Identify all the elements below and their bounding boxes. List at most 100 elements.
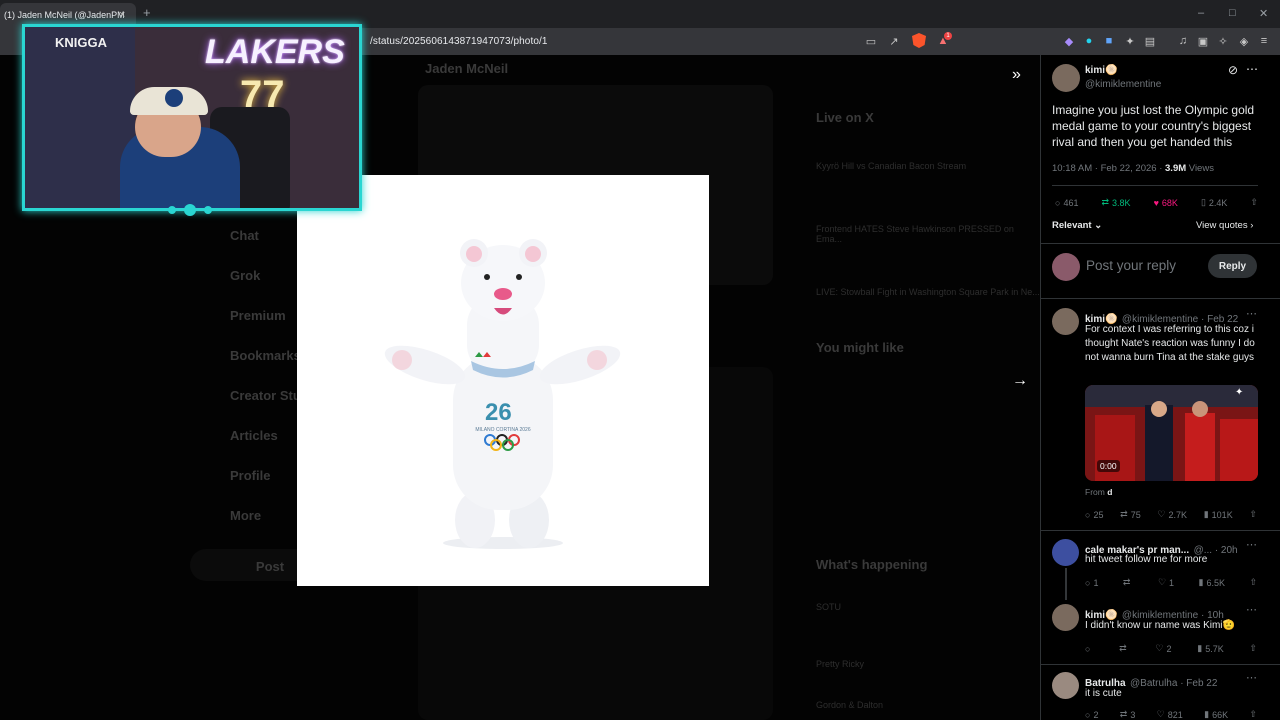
reply-comment-stat[interactable]: ○ 1	[1085, 578, 1098, 588]
video-options-icon[interactable]: ✦	[1235, 387, 1243, 398]
reply-more-icon[interactable]: ⋯	[1246, 307, 1257, 320]
repost-icon: ⇄	[1119, 709, 1128, 719]
reply-avatar[interactable]	[1052, 539, 1079, 566]
reply-comment-stat[interactable]: ○	[1085, 644, 1093, 654]
plush-logo-mark: 26	[485, 399, 512, 426]
reply-repost-stat[interactable]: ⇄	[1123, 577, 1134, 588]
reply-more-icon[interactable]: ⋯	[1246, 603, 1257, 616]
webcam-sign-left: KNIGGA	[55, 35, 107, 50]
op-meta: 10:18 AM · Feb 22, 2026 · 3.9M Views	[1052, 163, 1214, 174]
repost-icon: ⇄	[1101, 197, 1110, 207]
bg-nav-item: Grok	[230, 268, 261, 283]
views-icon: ▮	[1197, 643, 1203, 653]
brave-shield-icon[interactable]	[912, 33, 926, 48]
more-options-icon[interactable]: ⋯	[1246, 62, 1258, 76]
reply-like-stat[interactable]: ♡ 821	[1157, 709, 1183, 720]
reply-views-stat[interactable]: ▮ 5.7K	[1197, 643, 1223, 654]
reply-repost-stat[interactable]: ⇄	[1119, 643, 1130, 654]
reply-views-stat[interactable]: ▮ 66K	[1204, 709, 1228, 720]
next-photo-arrow-icon[interactable]: →	[1012, 372, 1028, 390]
music-icon[interactable]: ♫	[1176, 34, 1190, 48]
op-name[interactable]: kimi🫓	[1085, 65, 1117, 76]
heart-icon: ♡	[1155, 643, 1164, 653]
reply-like-stat[interactable]: ♡ 1	[1158, 577, 1174, 588]
bg-nav-item: Premium	[230, 308, 286, 323]
bg-live-title: Live on X	[816, 110, 874, 125]
reply-like-stat[interactable]: ♡ 2.7K	[1157, 509, 1187, 520]
reply-views-stat[interactable]: ▮ 6.5K	[1199, 577, 1225, 588]
reply-input[interactable]: Post your reply	[1086, 258, 1176, 273]
extension-icon-3[interactable]: ■	[1102, 34, 1116, 48]
reply-more-icon[interactable]: ⋯	[1246, 538, 1257, 551]
reply-avatar[interactable]	[1052, 672, 1079, 699]
share-icon[interactable]: ↗	[887, 34, 901, 48]
sort-dropdown[interactable]: Relevant ⌄	[1052, 220, 1102, 231]
extensions-icon[interactable]: ✦	[1123, 34, 1137, 48]
reply-more-icon[interactable]: ⋯	[1246, 671, 1257, 684]
webcam-jersey-bg	[25, 27, 135, 208]
reply-views-stat[interactable]: ▮ 101K	[1204, 509, 1233, 520]
reply-stats: ○ 25 ⇄ 75 ♡ 2.7K ▮ 101K ⇧	[1085, 509, 1257, 520]
collapse-sidebar-icon[interactable]: »	[1012, 66, 1021, 84]
op-text: Imagine you just lost the Olympic gold m…	[1052, 103, 1255, 149]
cast-icon[interactable]: ▭	[864, 34, 878, 48]
reply-button[interactable]: Reply	[1208, 254, 1257, 278]
minimize-button[interactable]: –	[1198, 7, 1204, 19]
heart-icon: ♡	[1156, 709, 1165, 719]
webcam-sign-right: LAKERS	[205, 33, 345, 71]
op-stats: ○ 461 ⇄ 3.8K ♥ 68K ▯ 2.4K ⇧	[1055, 197, 1258, 208]
reply-repost-stat[interactable]: ⇄ 3	[1120, 709, 1136, 720]
reply-icon: ○	[1055, 197, 1061, 208]
sidebar-icon[interactable]: ▤	[1143, 34, 1157, 48]
reply-divider	[1041, 530, 1280, 531]
views-icon: ▮	[1203, 509, 1209, 519]
reply-icon: ○	[1085, 643, 1091, 654]
op-handle[interactable]: @kimiklementine	[1085, 79, 1161, 90]
reply-share-stat[interactable]: ⇧	[1249, 509, 1257, 520]
reply-icon: ○	[1085, 709, 1091, 720]
bg-nav-item: Articles	[230, 428, 278, 443]
reply-avatar[interactable]	[1052, 604, 1079, 631]
op-share-stat[interactable]: ⇧	[1250, 197, 1258, 208]
webcam-indicator	[168, 204, 218, 216]
webcam-overlay: KNIGGA LAKERS 77	[22, 24, 362, 211]
extension-icon-2[interactable]: ●	[1082, 34, 1096, 48]
reply-avatar[interactable]	[1052, 308, 1079, 335]
maximize-button[interactable]: □	[1229, 7, 1236, 19]
wallet-icon[interactable]: ▣	[1196, 34, 1210, 48]
url-field[interactable]: /status/2025606143871947073/photo/1	[370, 36, 548, 47]
reply-video[interactable]: 0:00 ✦	[1085, 385, 1258, 481]
vpn-icon[interactable]: ◈	[1237, 34, 1251, 48]
op-repost-stat[interactable]: ⇄ 3.8K	[1101, 197, 1130, 208]
op-like-stat[interactable]: ♥ 68K	[1154, 198, 1178, 208]
reply-repost-stat[interactable]: ⇄ 75	[1120, 509, 1141, 520]
bg-trend-item: Gordon & Dalton	[816, 700, 884, 710]
reply-comment-stat[interactable]: ○ 2	[1085, 710, 1098, 720]
share-icon: ⇧	[1250, 197, 1258, 207]
expanded-photo: 26 MILANO CORTINA 2026	[297, 175, 709, 586]
reply-share-stat[interactable]: ⇧	[1249, 577, 1257, 588]
op-reply-stat[interactable]: ○ 461	[1055, 198, 1078, 208]
extension-icon-1[interactable]: ◆	[1062, 34, 1076, 48]
bg-whats-happening: What's happening	[816, 557, 928, 572]
reply-stats: ○ 2 ⇄ 3 ♡ 821 ▮ 66K ⇧	[1085, 709, 1257, 720]
op-bookmark-stat[interactable]: ▯ 2.4K	[1201, 197, 1227, 208]
leo-icon[interactable]: ✧	[1216, 34, 1230, 48]
grok-icon[interactable]: ⊘	[1228, 63, 1238, 77]
view-quotes-link[interactable]: View quotes ›	[1196, 220, 1253, 231]
bg-you-might-like: You might like	[816, 340, 904, 355]
video-timestamp: 0:00	[1097, 460, 1120, 472]
reply-like-stat[interactable]: ♡ 2	[1155, 643, 1171, 654]
op-avatar[interactable]	[1052, 64, 1080, 92]
reply-share-stat[interactable]: ⇧	[1249, 709, 1257, 720]
close-window-button[interactable]: ✕	[1259, 7, 1268, 20]
user-avatar[interactable]	[1052, 253, 1080, 281]
menu-icon[interactable]: ≡	[1257, 34, 1271, 48]
tab-close-icon[interactable]: ×	[119, 9, 125, 21]
new-tab-button[interactable]: +	[143, 5, 151, 20]
heart-icon: ♡	[1157, 577, 1167, 587]
reply-divider	[1041, 664, 1280, 665]
reply-comment-stat[interactable]: ○ 25	[1085, 510, 1103, 520]
share-icon: ⇧	[1249, 643, 1257, 653]
reply-share-stat[interactable]: ⇧	[1249, 643, 1257, 654]
